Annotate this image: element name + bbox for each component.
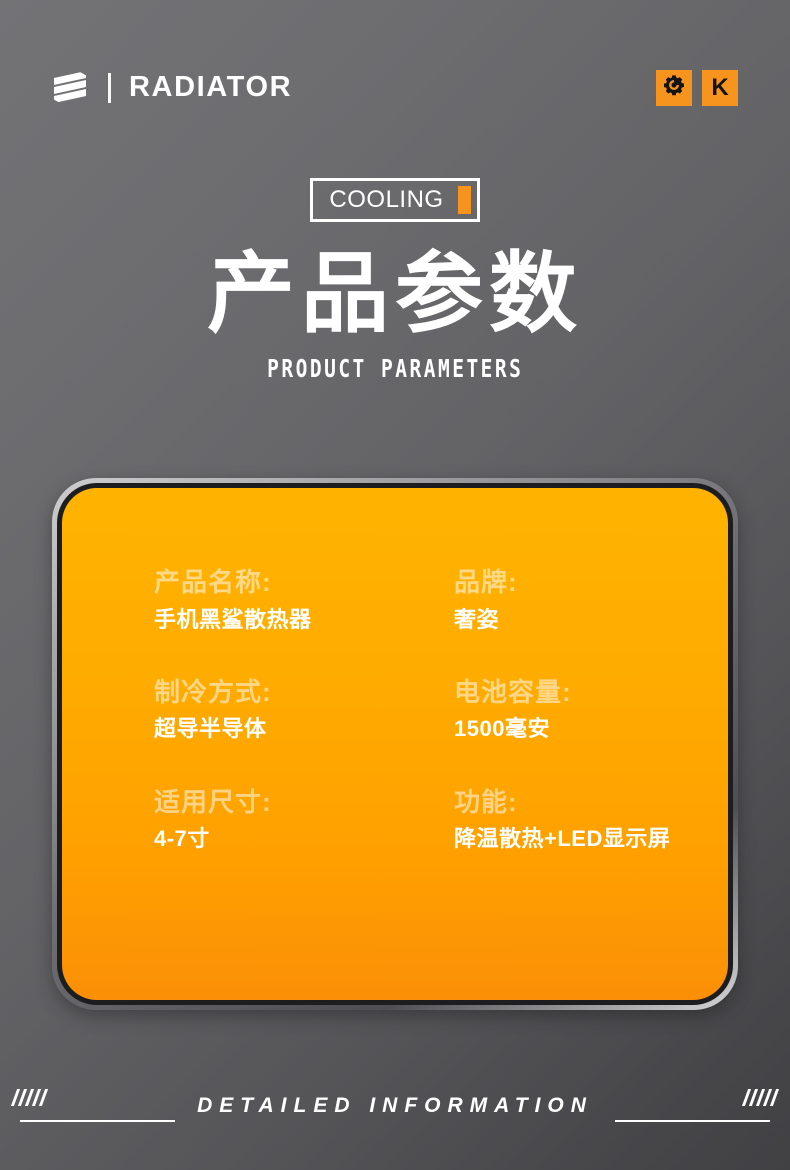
slashes-icon bbox=[10, 1089, 49, 1106]
spec-label: 产品名称: bbox=[154, 567, 272, 597]
hexagon-s-logo-icon bbox=[52, 66, 90, 110]
header-actions: K bbox=[656, 69, 738, 106]
spec-label: 功能: bbox=[454, 786, 518, 817]
cooling-badge-accent-bar bbox=[457, 186, 471, 214]
spec-label: 品牌: bbox=[454, 567, 518, 597]
title-block: COOLING 产品参数 PRODUCT PARAMETERS bbox=[0, 178, 790, 383]
page-subtitle: PRODUCT PARAMETERS bbox=[266, 354, 524, 384]
page-title: 产品参数 bbox=[206, 242, 583, 345]
spec-item: 电池容量: 1500毫安 bbox=[454, 678, 728, 742]
spec-item: 适用尺寸: 4-7寸 bbox=[154, 788, 454, 852]
spec-label: 适用尺寸: bbox=[154, 786, 272, 817]
cooling-badge: COOLING bbox=[310, 178, 480, 222]
page-header: RADIATOR K bbox=[0, 0, 790, 175]
footer-rule-right bbox=[614, 1120, 770, 1122]
spec-item: 产品名称: 手机黑鲨散热器 bbox=[154, 568, 454, 632]
spec-value: 4-7寸 bbox=[154, 826, 210, 852]
brand-name: RADIATOR bbox=[129, 71, 293, 103]
slashes-icon bbox=[741, 1089, 780, 1106]
spec-card-inner-border: 产品名称: 手机黑鲨散热器 品牌: 奢姿 制冷方式: 超导半导体 电池容量: 1… bbox=[57, 483, 733, 1005]
spec-value: 降温散热+LED显示屏 bbox=[454, 826, 671, 852]
spec-card-body: 产品名称: 手机黑鲨散热器 品牌: 奢姿 制冷方式: 超导半导体 电池容量: 1… bbox=[62, 488, 728, 1000]
spec-grid: 产品名称: 手机黑鲨散热器 品牌: 奢姿 制冷方式: 超导半导体 电池容量: 1… bbox=[62, 546, 728, 852]
spec-value: 超导半导体 bbox=[154, 716, 267, 742]
spec-item: 制冷方式: 超导半导体 bbox=[154, 678, 454, 742]
settings-button[interactable] bbox=[656, 69, 692, 106]
footer-label: DETAILED INFORMATION bbox=[197, 1093, 593, 1117]
spec-card: 产品名称: 手机黑鲨散热器 品牌: 奢姿 制冷方式: 超导半导体 电池容量: 1… bbox=[52, 478, 738, 1010]
spec-value: 1500毫安 bbox=[454, 716, 550, 742]
brand-divider bbox=[108, 72, 111, 103]
footer-rule-left bbox=[20, 1120, 176, 1122]
page-footer: DETAILED INFORMATION bbox=[0, 1089, 790, 1122]
letter-k-button[interactable]: K bbox=[702, 69, 738, 106]
spec-value: 奢姿 bbox=[454, 606, 500, 632]
spec-label: 制冷方式: bbox=[154, 676, 272, 707]
brand: RADIATOR bbox=[52, 66, 292, 110]
spec-item: 功能: 降温散热+LED显示屏 bbox=[454, 788, 728, 852]
letter-k-icon: K bbox=[711, 73, 729, 101]
footer-left-ornament bbox=[10, 1089, 176, 1122]
footer-right-ornament bbox=[614, 1089, 780, 1122]
spec-value: 手机黑鲨散热器 bbox=[154, 606, 312, 632]
spec-label: 电池容量: bbox=[454, 676, 572, 707]
spec-item: 品牌: 奢姿 bbox=[454, 568, 728, 632]
gear-icon bbox=[663, 74, 685, 101]
cooling-badge-label: COOLING bbox=[329, 186, 444, 213]
